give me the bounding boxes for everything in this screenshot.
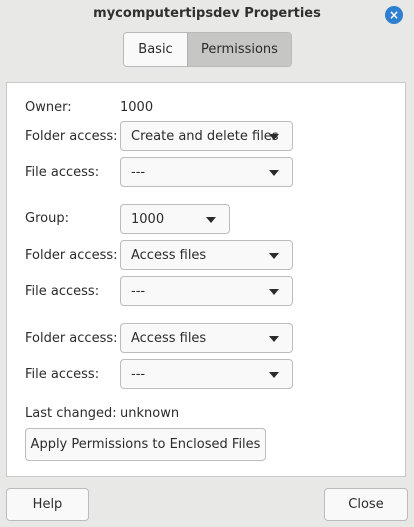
tab-permissions[interactable]: Permissions — [187, 33, 291, 66]
chevron-down-icon — [269, 289, 279, 295]
owner-label: Owner: — [25, 100, 72, 115]
others-file-access-value: --- — [131, 366, 146, 382]
title-bar: mycomputertipsdev Properties × — [0, 0, 414, 30]
close-icon: × — [388, 8, 400, 22]
others-folder-access-dropdown[interactable]: Access files — [120, 323, 293, 353]
others-file-access-label: File access: — [25, 367, 100, 382]
close-button[interactable]: Close — [324, 488, 408, 521]
help-button[interactable]: Help — [6, 488, 89, 521]
tab-basic[interactable]: Basic — [124, 33, 187, 66]
others-folder-access-value: Access files — [131, 330, 207, 346]
owner-folder-access-label: Folder access: — [25, 129, 118, 144]
chevron-down-icon — [269, 170, 279, 176]
group-file-access-value: --- — [131, 283, 146, 299]
tab-bar: Basic Permissions — [123, 32, 292, 67]
owner-folder-access-dropdown[interactable]: Create and delete files — [120, 121, 293, 151]
group-folder-access-dropdown[interactable]: Access files — [120, 240, 293, 270]
last-changed-label: Last changed: — [25, 406, 117, 421]
group-folder-access-value: Access files — [131, 247, 207, 263]
chevron-down-icon — [269, 253, 279, 259]
close-window-button[interactable]: × — [385, 6, 403, 24]
group-file-access-dropdown[interactable]: --- — [120, 276, 293, 306]
owner-file-access-dropdown[interactable]: --- — [120, 157, 293, 187]
chevron-down-icon — [269, 336, 279, 342]
owner-file-access-value: --- — [131, 164, 146, 180]
chevron-down-icon — [269, 372, 279, 378]
chevron-down-icon — [206, 217, 216, 223]
group-dropdown[interactable]: 1000 — [120, 204, 230, 234]
last-changed-value: unknown — [120, 406, 180, 421]
permissions-panel: Owner: 1000 Folder access: Create and de… — [6, 82, 406, 477]
apply-permissions-button[interactable]: Apply Permissions to Enclosed Files — [25, 428, 266, 461]
group-value: 1000 — [131, 211, 165, 227]
group-folder-access-label: Folder access: — [25, 248, 118, 263]
others-file-access-dropdown[interactable]: --- — [120, 359, 293, 389]
window-title: mycomputertipsdev Properties — [93, 6, 321, 21]
chevron-down-icon — [269, 134, 279, 140]
others-folder-access-label: Folder access: — [25, 331, 118, 346]
group-label: Group: — [25, 211, 69, 226]
owner-folder-access-value: Create and delete files — [131, 128, 279, 144]
group-file-access-label: File access: — [25, 284, 100, 299]
owner-value: 1000 — [120, 100, 154, 115]
owner-file-access-label: File access: — [25, 165, 100, 180]
